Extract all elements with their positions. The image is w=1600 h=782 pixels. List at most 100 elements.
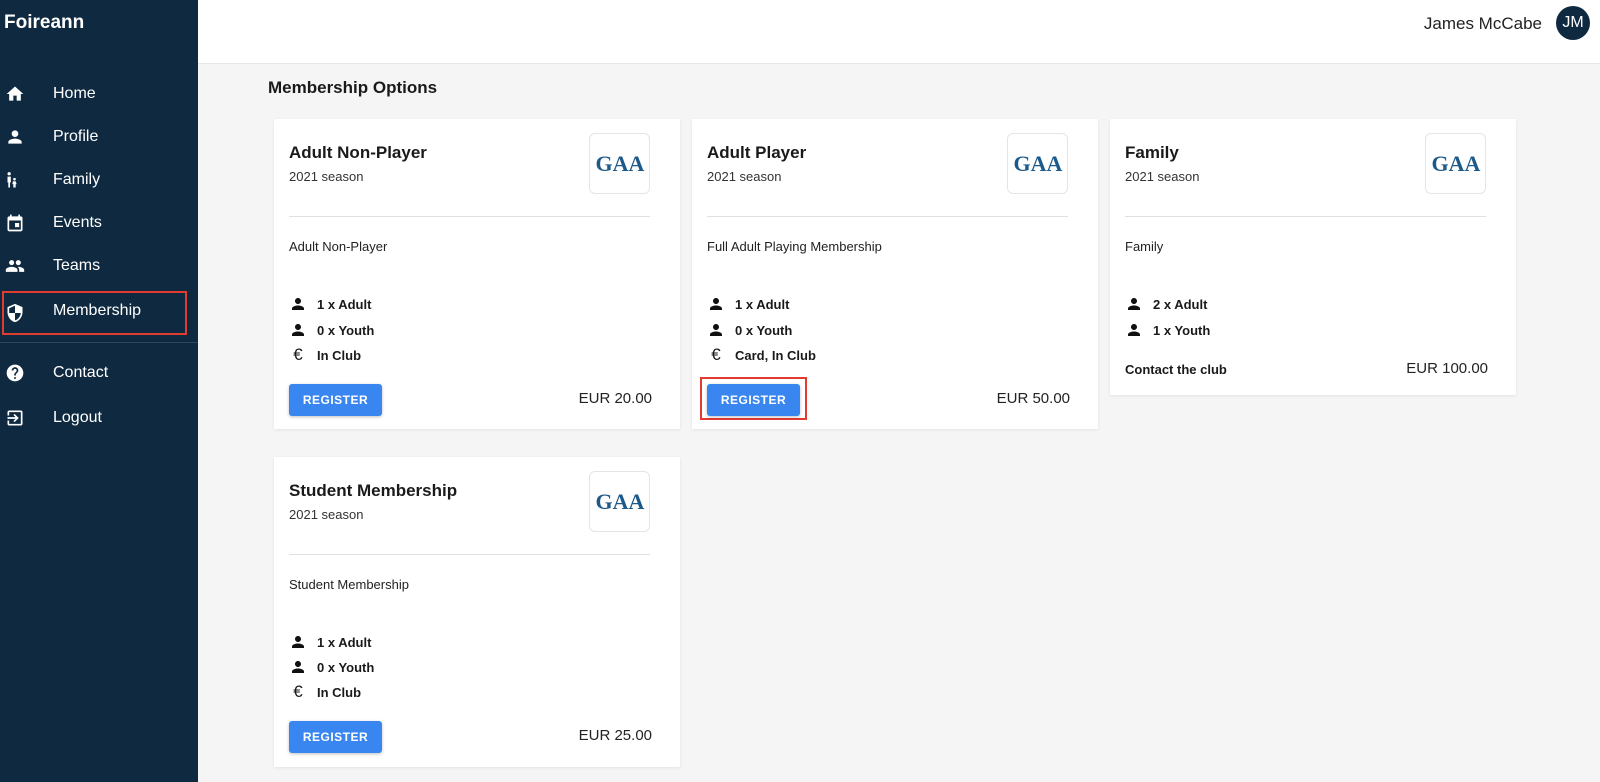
home-icon [6, 86, 24, 101]
gaa-logo: GAA [1425, 133, 1486, 194]
person-icon [707, 321, 725, 339]
feature-text: 1 x Adult [317, 296, 372, 312]
person-icon [289, 658, 307, 676]
feature-text: 0 x Youth [317, 659, 375, 675]
feature-text: 0 x Youth [317, 322, 375, 338]
logo-text: GAA [1431, 151, 1480, 176]
person-icon [707, 295, 725, 313]
price: EUR 20.00 [578, 390, 652, 407]
person-icon [289, 321, 307, 339]
sidebar-divider [0, 342, 198, 343]
logo-text: GAA [595, 489, 644, 514]
person-icon [8, 130, 22, 144]
feature-row: € In Club [289, 682, 361, 702]
register-button[interactable]: REGISTER [289, 384, 382, 416]
membership-card: Family 2021 season GAA Family 2 x Adult … [1110, 119, 1516, 395]
feature-text: 1 x Youth [1153, 322, 1211, 338]
card-title: Adult Non-Player [289, 143, 427, 162]
sidebar-item-logout[interactable]: Logout [0, 398, 198, 438]
card-divider [707, 216, 1068, 217]
feature-row: 0 x Youth [289, 657, 374, 677]
logo-text: GAA [1013, 151, 1062, 176]
card-divider [1125, 216, 1486, 217]
sidebar: Foireann Home Profile Family Events Team… [0, 0, 198, 782]
feature-row: 0 x Youth [289, 320, 374, 340]
person-icon [289, 633, 307, 651]
top-bar: James McCabe JM [198, 0, 1600, 64]
sidebar-item-contact[interactable]: Contact [0, 353, 198, 393]
card-season: 2021 season [707, 169, 782, 184]
membership-card: Student Membership 2021 season GAA Stude… [274, 457, 680, 767]
price: EUR 50.00 [996, 390, 1070, 407]
card-description: Student Membership [289, 577, 409, 592]
sidebar-item-label: Home [53, 85, 96, 102]
gaa-logo: GAA [589, 471, 650, 532]
help-icon [6, 364, 24, 382]
register-button[interactable]: REGISTER [707, 384, 800, 416]
feature-text: 2 x Adult [1153, 296, 1208, 312]
membership-card: Adult Player 2021 season GAA Full Adult … [692, 119, 1098, 429]
calendar-icon [7, 214, 23, 232]
group-icon [5, 260, 25, 272]
sidebar-item-membership[interactable]: Membership [0, 291, 198, 335]
sidebar-item-home[interactable]: Home [0, 74, 198, 114]
contact-club-label: Contact the club [1125, 362, 1227, 377]
sidebar-item-profile[interactable]: Profile [0, 117, 198, 157]
feature-text: In Club [317, 684, 362, 700]
card-divider [289, 554, 650, 555]
sidebar-item-label: Teams [53, 257, 101, 274]
sidebar-item-label: Family [53, 171, 101, 188]
register-button[interactable]: REGISTER [289, 721, 382, 753]
card-description: Family [1125, 239, 1164, 254]
card-title: Family [1125, 143, 1179, 162]
feature-row: 1 x Adult [289, 632, 371, 652]
euro-icon: € [293, 345, 303, 364]
person-icon [1125, 295, 1143, 313]
family-icon [7, 172, 17, 188]
feature-row: 0 x Youth [707, 320, 792, 340]
feature-text: 1 x Adult [735, 296, 790, 312]
euro-icon: € [711, 345, 721, 364]
page-title: Membership Options [268, 78, 438, 97]
price: EUR 25.00 [578, 727, 652, 744]
gaa-logo: GAA [1007, 133, 1068, 194]
sidebar-item-label: Membership [53, 302, 142, 319]
logo-text: GAA [595, 151, 644, 176]
feature-text: Card, In Club [735, 347, 816, 363]
logout-icon [7, 410, 23, 426]
euro-icon: € [293, 682, 303, 701]
feature-text: In Club [317, 347, 362, 363]
feature-row: 1 x Adult [289, 294, 371, 314]
price: EUR 100.00 [1406, 360, 1488, 377]
feature-text: 1 x Adult [317, 634, 372, 650]
person-icon [289, 295, 307, 313]
shield-icon [7, 303, 23, 323]
feature-row: € Card, In Club [707, 345, 816, 365]
avatar[interactable]: JM [1556, 6, 1590, 40]
sidebar-item-events[interactable]: Events [0, 203, 198, 243]
user-name[interactable]: James McCabe [1424, 14, 1542, 34]
feature-row: 1 x Adult [707, 294, 789, 314]
person-icon [1125, 321, 1143, 339]
feature-row: 1 x Youth [1125, 320, 1210, 340]
sidebar-item-family[interactable]: Family [0, 160, 198, 200]
feature-text: 0 x Youth [735, 322, 793, 338]
card-divider [289, 216, 650, 217]
sidebar-item-teams[interactable]: Teams [0, 246, 198, 286]
card-season: 2021 season [289, 169, 364, 184]
card-title: Student Membership [289, 481, 458, 500]
sidebar-item-label: Contact [53, 364, 109, 381]
sidebar-item-label: Events [53, 214, 102, 231]
card-description: Full Adult Playing Membership [707, 239, 882, 254]
feature-row: 2 x Adult [1125, 294, 1207, 314]
sidebar-item-label: Logout [53, 409, 102, 426]
brand-title: Foireann [4, 12, 85, 33]
card-season: 2021 season [289, 507, 364, 522]
membership-card: Adult Non-Player 2021 season GAA Adult N… [274, 119, 680, 429]
gaa-logo: GAA [589, 133, 650, 194]
feature-row: € In Club [289, 345, 361, 365]
card-season: 2021 season [1125, 169, 1200, 184]
sidebar-item-label: Profile [53, 128, 99, 145]
card-title: Adult Player [707, 143, 807, 162]
card-description: Adult Non-Player [289, 239, 388, 254]
